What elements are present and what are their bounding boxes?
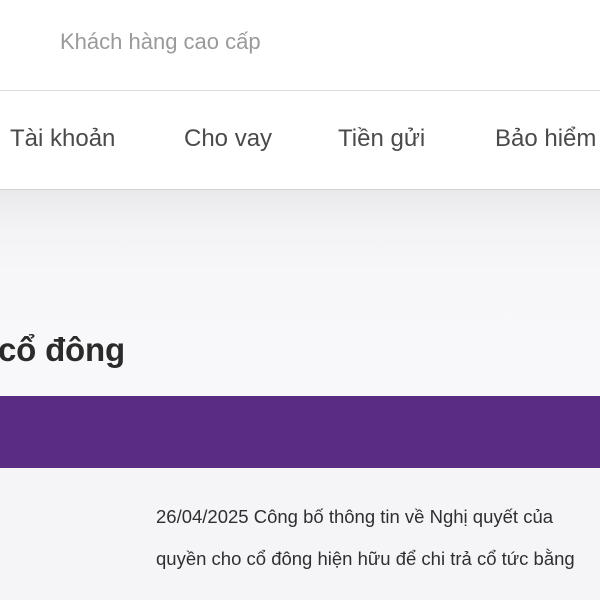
nav-item-insurance[interactable]: Bảo hiểm [495, 125, 596, 153]
announcement-item[interactable]: 26/04/2025 Công bố thông tin về Nghị quy… [156, 502, 600, 580]
page-title: cổ đông [0, 331, 125, 368]
section-header-band [0, 396, 600, 468]
nav-item-accounts[interactable]: Tài khoản [10, 125, 115, 153]
announcement-text-line-2: quyền cho cổ đông hiện hữu để chi trả cổ… [156, 548, 575, 569]
page: Khách hàng cao cấp Tài khoản Cho vay Tiề… [0, 0, 600, 600]
premium-customer-link[interactable]: Khách hàng cao cấp [60, 29, 261, 55]
announcement-text-line-1: 26/04/2025 Công bố thông tin về Nghị quy… [156, 506, 554, 527]
top-bar: Khách hàng cao cấp [0, 0, 600, 91]
nav-item-deposits[interactable]: Tiền gửi [338, 125, 425, 153]
nav-item-loans[interactable]: Cho vay [184, 125, 272, 153]
main-nav: Tài khoản Cho vay Tiền gửi Bảo hiểm [0, 91, 600, 190]
